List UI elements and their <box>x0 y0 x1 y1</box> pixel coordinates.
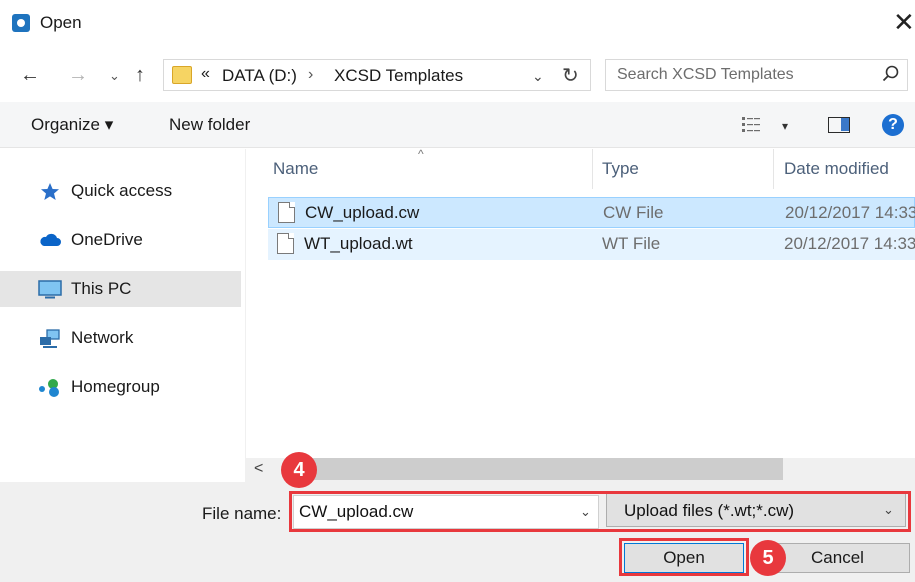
column-header-type[interactable]: Type <box>602 159 639 179</box>
column-header-date-modified[interactable]: Date modified <box>784 159 889 179</box>
horizontal-scrollbar[interactable]: < <box>246 458 915 482</box>
search-icon[interactable] <box>881 64 901 84</box>
file-list: Name ^ Type Date modified CW_upload.cw C… <box>246 147 915 482</box>
cloud-icon <box>40 233 61 246</box>
preview-pane-icon[interactable] <box>828 117 850 133</box>
step-badge: 5 <box>750 540 786 576</box>
monitor-icon <box>38 280 62 299</box>
network-icon <box>40 329 60 348</box>
close-icon[interactable]: ✕ <box>893 8 915 36</box>
file-date-modified: 20/12/2017 14:33 <box>785 203 915 222</box>
sidebar-item-label: OneDrive <box>71 230 143 249</box>
file-type: CW File <box>603 203 664 222</box>
annotation-highlight-box <box>289 491 911 532</box>
file-name: CW_upload.cw <box>305 203 420 222</box>
breadcrumb-separator[interactable]: › <box>308 66 313 84</box>
help-icon[interactable]: ? <box>882 114 904 136</box>
sidebar-item-label: Quick access <box>71 181 173 200</box>
column-divider[interactable] <box>773 149 774 189</box>
navigation-pane: Quick access OneDrive This PC Network Ho… <box>0 149 245 482</box>
folder-icon <box>172 66 192 84</box>
view-options-icon[interactable] <box>741 115 763 133</box>
file-date-modified: 20/12/2017 14:33 <box>784 234 915 253</box>
refresh-icon[interactable]: ↻ <box>562 63 579 88</box>
column-header-name[interactable]: Name <box>273 159 318 179</box>
app-icon <box>12 14 30 32</box>
file-name-label: File name: <box>202 504 282 523</box>
title-bar: Open ✕ <box>0 0 915 48</box>
annotation-highlight-box <box>619 538 749 576</box>
back-arrow-icon[interactable]: ← <box>20 65 40 85</box>
file-type: WT File <box>602 234 661 253</box>
file-icon <box>277 233 294 254</box>
step-badge: 4 <box>281 452 317 488</box>
up-arrow-icon[interactable]: ↑ <box>135 65 145 85</box>
recent-locations-icon[interactable]: ⌄ <box>109 66 120 86</box>
sidebar-item-label: Homegroup <box>71 377 160 396</box>
breadcrumb-item-xcsd-templates[interactable]: XCSD Templates <box>334 66 463 86</box>
search-input[interactable] <box>606 60 871 90</box>
file-icon <box>278 202 295 223</box>
file-row-cw-upload[interactable]: CW_upload.cw CW File 20/12/2017 14:33 <box>268 197 915 228</box>
file-row-wt-upload[interactable]: WT_upload.wt WT File 20/12/2017 14:33 <box>268 229 915 260</box>
column-divider[interactable] <box>592 149 593 189</box>
window-title: Open <box>40 13 82 32</box>
search-box <box>605 59 908 91</box>
sort-ascending-icon: ^ <box>418 147 424 161</box>
command-bar: Organize ▾ New folder ▾ ? <box>0 102 915 148</box>
organize-button[interactable]: Organize ▾ <box>31 115 113 135</box>
scroll-left-icon[interactable]: < <box>254 460 263 478</box>
view-options-dropdown-icon[interactable]: ▾ <box>782 119 788 133</box>
homegroup-icon <box>39 379 59 397</box>
sidebar-item-onedrive[interactable]: OneDrive <box>12 222 241 258</box>
sidebar-item-quick-access[interactable]: Quick access <box>12 173 241 209</box>
new-folder-button[interactable]: New folder <box>169 115 250 135</box>
file-name: WT_upload.wt <box>304 234 413 253</box>
sidebar-item-label: This PC <box>71 279 132 298</box>
star-icon <box>41 183 59 200</box>
breadcrumb-overflow[interactable]: « <box>201 65 210 83</box>
sidebar-item-homegroup[interactable]: Homegroup <box>12 369 241 405</box>
sidebar-item-label: Network <box>71 328 134 347</box>
chevron-down-icon[interactable]: ⌄ <box>532 68 544 85</box>
address-box[interactable]: « DATA (D:) › XCSD Templates ⌄ ↻ <box>163 59 591 91</box>
sidebar-item-network[interactable]: Network <box>12 320 241 356</box>
breadcrumb-item-data-drive[interactable]: DATA (D:) <box>222 66 297 86</box>
cancel-button[interactable]: Cancel <box>765 543 910 573</box>
address-bar: ← → ⌄ ↑ « DATA (D:) › XCSD Templates ⌄ ↻ <box>0 48 915 102</box>
sidebar-item-this-pc[interactable]: This PC <box>0 271 241 307</box>
scrollbar-thumb[interactable] <box>299 458 783 480</box>
forward-arrow-icon[interactable]: → <box>68 65 88 85</box>
